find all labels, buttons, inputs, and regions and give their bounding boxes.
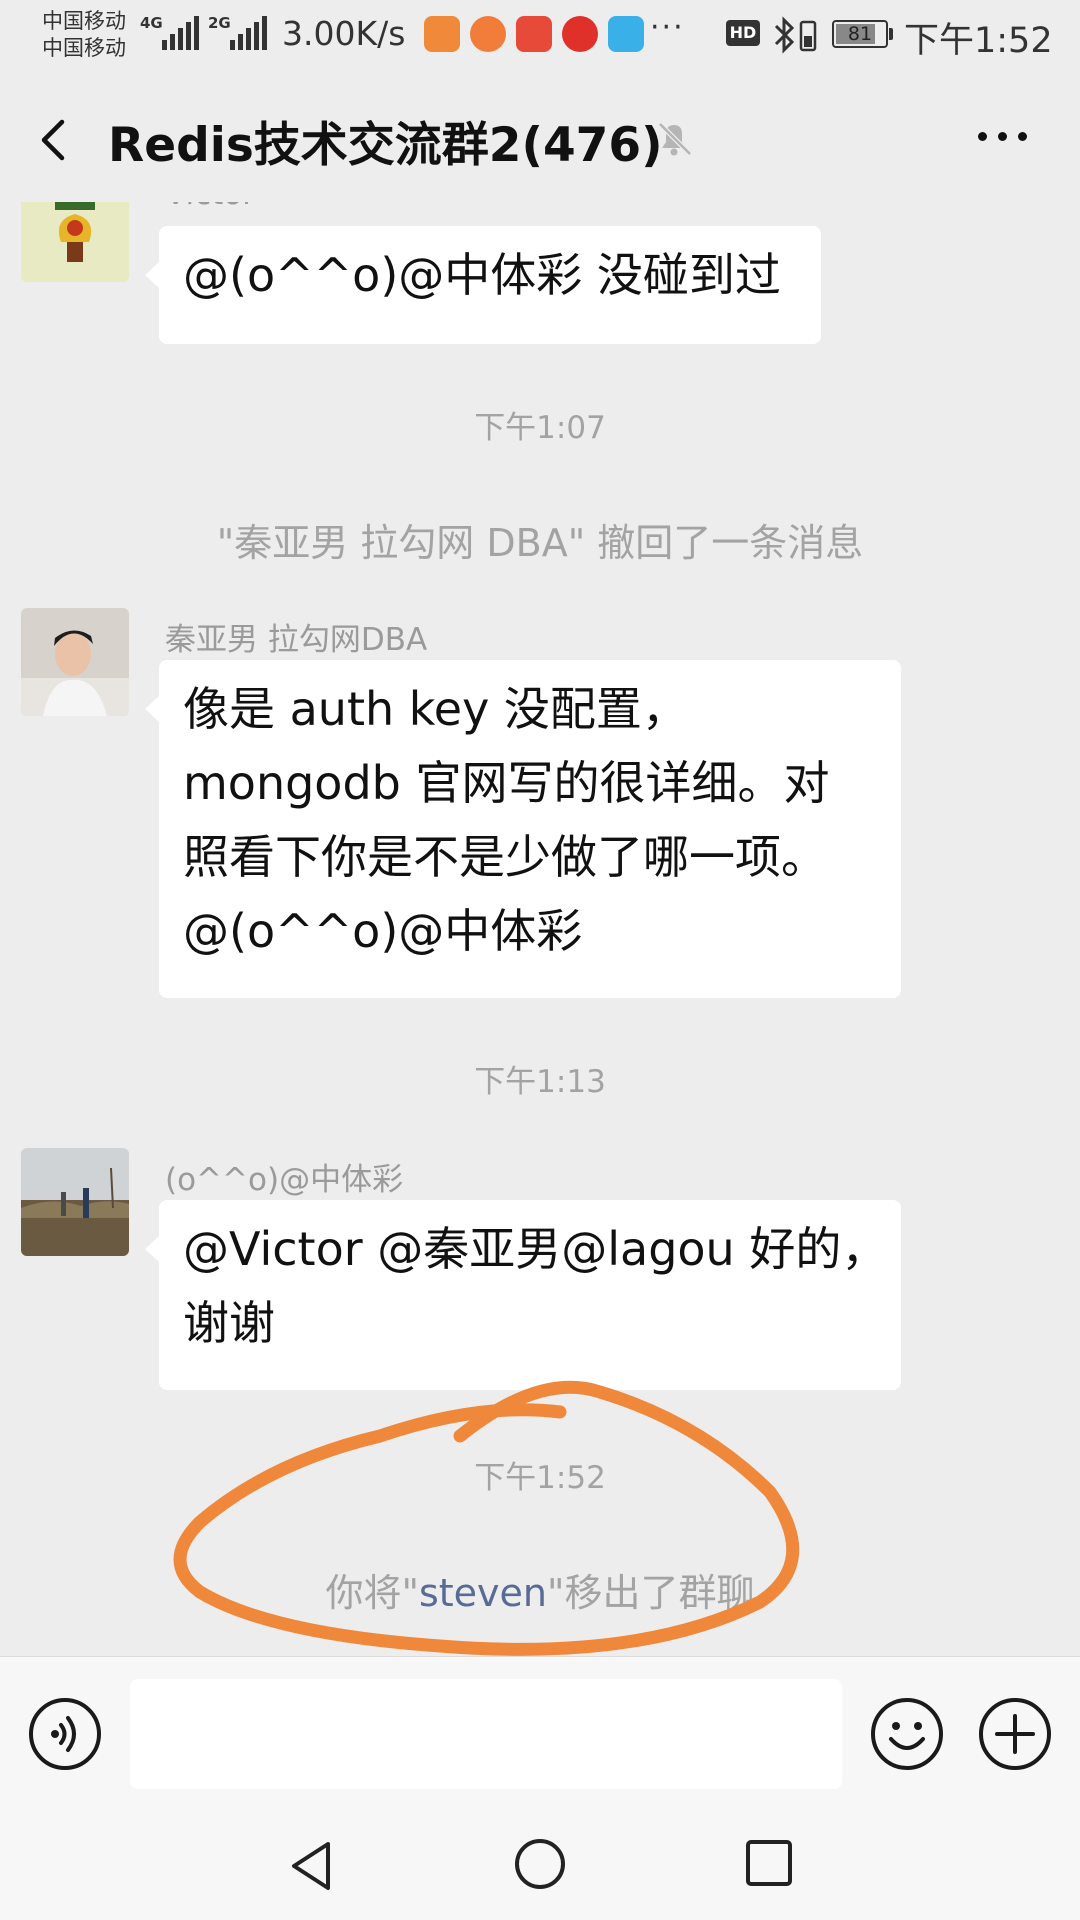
back-button[interactable] xyxy=(28,110,78,170)
message-text-line: 照看下你是不是少做了哪一项。 xyxy=(183,830,827,884)
removed-suffix: "移出了群聊 xyxy=(547,1571,755,1615)
avatar-image xyxy=(21,608,129,716)
sender-name: 秦亚男 拉勾网DBA xyxy=(165,622,428,658)
removed-prefix: 你将" xyxy=(325,1571,419,1615)
sender-name: Victor xyxy=(165,202,255,212)
delivery-app-icon xyxy=(608,16,644,52)
avatar-zhongticai[interactable] xyxy=(21,1148,129,1256)
back-arrow-icon xyxy=(41,119,65,161)
message-bubble[interactable]: @Victor @秦亚男@lagou 好的， 谢谢 xyxy=(145,1200,901,1390)
sender-name: (o^^o)@中体彩 xyxy=(165,1162,404,1198)
phone-battery-icon xyxy=(799,20,817,52)
dot-icon xyxy=(1018,132,1027,141)
removed-member-link[interactable]: steven xyxy=(419,1571,547,1615)
more-options-button[interactable] xyxy=(970,126,1034,150)
status-bar: 中国移动 中国移动 4G 2G 3.00K/s ··· HD 81 下午1:52 xyxy=(0,0,1080,76)
chat-title: Redis技术交流群2(476) xyxy=(108,118,663,173)
chat-header: Redis技术交流群2(476) xyxy=(0,76,1080,202)
battery-icon: 81 xyxy=(832,20,888,48)
member-removed-notice: 你将"steven"移出了群聊 xyxy=(0,1562,1080,1617)
signal-2g-icon: 2G xyxy=(208,14,267,50)
signal-4g-icon: 4G xyxy=(140,14,199,50)
hd-icon: HD xyxy=(726,20,760,46)
nav-recents-button[interactable] xyxy=(744,1838,794,1888)
message-text-line: @Victor @秦亚男@lagou 好的， xyxy=(183,1222,888,1276)
message-text-line: mongodb 官网写的很详细。对 xyxy=(183,756,830,810)
avatar-image xyxy=(21,1148,129,1256)
message-bubble[interactable]: @(o^^o)@中体彩 没碰到过 xyxy=(145,226,821,344)
battery-tip xyxy=(889,28,893,40)
chat-message-list[interactable]: Victor @(o^^o)@中体彩 没碰到过 下午1:07 "秦亚男 拉勾网 … xyxy=(0,202,1080,1656)
message-input[interactable] xyxy=(130,1679,842,1789)
bluetooth-icon xyxy=(774,16,795,54)
nav-home-button[interactable] xyxy=(512,1836,568,1892)
dot-icon xyxy=(978,132,987,141)
mute-bell-icon xyxy=(658,122,692,156)
fire-app-icon xyxy=(424,16,460,52)
timestamp: 下午1:52 xyxy=(474,1460,606,1496)
input-bar xyxy=(0,1656,1080,1813)
message-bubble[interactable]: 像是 auth key 没配置， mongodb 官网写的很详细。对 照看下你是… xyxy=(145,660,901,998)
timestamp: 下午1:07 xyxy=(474,410,606,446)
netease-music-icon xyxy=(562,16,598,52)
carrier-2: 中国移动 xyxy=(42,36,126,60)
battery-level: 81 xyxy=(847,23,873,45)
status-time: 下午1:52 xyxy=(904,21,1053,61)
network-speed: 3.00K/s xyxy=(282,14,406,53)
securities-app-icon xyxy=(516,16,552,52)
avatar-qinyanan[interactable] xyxy=(21,608,129,716)
system-nav-bar xyxy=(0,1812,1080,1920)
net-type-4g: 4G xyxy=(140,14,163,32)
squirrel-app-icon xyxy=(470,16,506,52)
carrier-1: 中国移动 xyxy=(42,9,126,33)
carrier-info: 中国移动 中国移动 xyxy=(42,8,126,62)
more-functions-button[interactable] xyxy=(978,1697,1052,1771)
voice-input-button[interactable] xyxy=(28,1697,102,1771)
message-text: @(o^^o)@中体彩 没碰到过 xyxy=(183,248,781,302)
message-text-line: 像是 auth key 没配置， xyxy=(183,682,688,736)
emoji-button[interactable] xyxy=(870,1697,944,1771)
recall-notice: "秦亚男 拉勾网 DBA" 撤回了一条消息 xyxy=(216,521,864,565)
dot-icon xyxy=(998,132,1007,141)
message-text-line: 谢谢 xyxy=(183,1296,275,1350)
net-type-2g: 2G xyxy=(208,14,231,32)
nav-back-button[interactable] xyxy=(284,1836,340,1896)
timestamp: 下午1:13 xyxy=(474,1064,606,1100)
avatar-victor[interactable] xyxy=(21,202,129,282)
message-text-line: @(o^^o)@中体彩 xyxy=(183,904,583,958)
avatar-image xyxy=(21,202,129,282)
more-notifications-icon: ··· xyxy=(650,10,685,45)
